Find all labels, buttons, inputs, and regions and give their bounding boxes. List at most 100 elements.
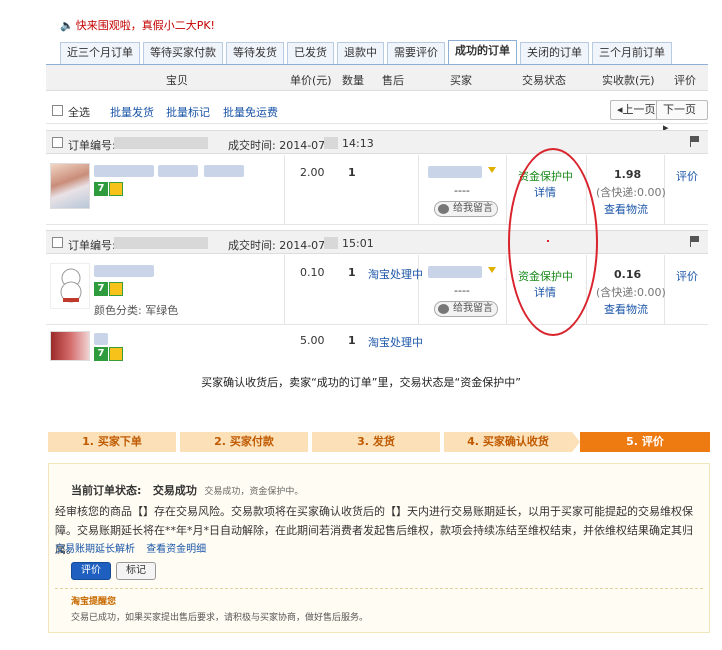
batch-ship-link[interactable]: 批量发货 xyxy=(110,104,154,120)
after-sale-status-link[interactable]: 淘宝处理中 xyxy=(368,334,423,350)
order-no-label: 订单编号: xyxy=(68,239,116,252)
detail-links: 交易账期延长解析 查看资金明细 xyxy=(55,540,206,555)
order-time-redacted xyxy=(324,237,338,249)
after-sale-status-link[interactable]: 淘宝处理中 xyxy=(368,266,423,282)
product-title-redacted[interactable] xyxy=(158,165,198,177)
rate-button[interactable]: 评价 xyxy=(71,562,111,580)
buyer-name-redacted[interactable] xyxy=(428,166,482,178)
product-thumbnail[interactable] xyxy=(50,331,90,361)
step-ship: 3. 发货 xyxy=(312,432,440,452)
col-divider xyxy=(506,255,507,324)
leave-message-label: 给我留言 xyxy=(453,303,493,314)
tab-shipped[interactable]: 已发货 xyxy=(287,42,334,64)
view-logistics-link[interactable]: 查看物流 xyxy=(604,301,648,317)
order-state: 当前订单状态: 交易成功 交易成功，资金保护中。 xyxy=(71,482,303,498)
order-row: 7 2.00 1 ---- 给我留言 资金保护中 详情 1.98 (含快递:0.… xyxy=(46,155,708,225)
prev-page-button[interactable]: ◂上一页 xyxy=(610,100,663,120)
col-divider xyxy=(506,155,507,224)
order-header: 订单编号: 成交时间: 2014-07 15:01 xyxy=(46,230,708,254)
order-tabs: 近三个月订单 等待买家付款 等待发货 已发货 退款中 需要评价 成功的订单 关闭… xyxy=(60,40,675,64)
product-thumbnail[interactable] xyxy=(50,163,90,209)
product-title-redacted[interactable] xyxy=(94,333,108,345)
tab-needs-rating[interactable]: 需要评价 xyxy=(387,42,445,64)
order-no-label: 订单编号: xyxy=(68,139,116,152)
select-all-checkbox[interactable] xyxy=(52,105,63,116)
col-divider xyxy=(284,155,285,224)
rate-link[interactable]: 评价 xyxy=(676,168,698,184)
quantity: 1 xyxy=(348,166,356,179)
shipping-fee: (含快递:0.00) xyxy=(596,186,666,199)
state-small: 交易成功，资金保护中。 xyxy=(204,487,304,497)
col-qty: 数量 xyxy=(342,74,364,87)
product-title-redacted[interactable] xyxy=(94,165,154,177)
step-confirm-receipt: 4. 买家确认收货 xyxy=(444,432,572,452)
col-status: 交易状态 xyxy=(522,74,566,87)
leave-message-button[interactable]: 给我留言 xyxy=(434,201,498,217)
order-sub-row: 7 5.00 1 淘宝处理中 xyxy=(46,325,708,361)
flag-icon[interactable] xyxy=(690,236,700,247)
order-row: 7 颜色分类: 军绿色 0.10 1 淘宝处理中 ---- 给我留言 资金保护中… xyxy=(46,255,708,325)
red-dot xyxy=(547,240,549,242)
prev-page-label: 上一页 xyxy=(622,103,656,116)
rate-link[interactable]: 评价 xyxy=(676,268,698,284)
fund-detail-link[interactable]: 查看资金明细 xyxy=(146,544,206,555)
product-title-redacted[interactable] xyxy=(204,165,244,177)
paid-amount: 1.98 xyxy=(614,168,642,181)
tab-awaiting-shipment[interactable]: 等待发货 xyxy=(226,42,284,64)
tab-awaiting-payment[interactable]: 等待买家付款 xyxy=(143,42,223,64)
order-no-redacted xyxy=(114,237,208,249)
unit-price: 0.10 xyxy=(300,266,325,279)
chef-mascot-icon xyxy=(60,268,82,303)
period-extension-link[interactable]: 交易账期延长解析 xyxy=(55,544,135,555)
step-separator xyxy=(572,432,580,452)
col-price: 单价(元) xyxy=(290,74,332,87)
buyer-name-redacted[interactable] xyxy=(428,266,482,278)
col-rate: 评价 xyxy=(674,74,696,87)
promo-text[interactable]: 快来围观啦，真假小二大PK! xyxy=(76,19,215,32)
guarantee-icon xyxy=(109,347,123,361)
flag-icon[interactable] xyxy=(690,136,700,147)
step-rate: 5. 评价 xyxy=(580,432,710,452)
select-all-label[interactable]: 全选 xyxy=(68,104,90,120)
tab-refunding[interactable]: 退款中 xyxy=(337,42,384,64)
product-title-redacted[interactable] xyxy=(94,265,154,277)
col-divider xyxy=(418,155,419,224)
chat-icon xyxy=(438,304,449,314)
order-time-tail: 14:13 xyxy=(342,137,374,150)
leave-message-label: 给我留言 xyxy=(453,203,493,214)
order-checkbox[interactable] xyxy=(52,137,63,148)
promo-banner[interactable]: 🔈 快来围观啦，真假小二大PK! xyxy=(60,17,215,33)
tab-successful-orders[interactable]: 成功的订单 xyxy=(448,40,517,64)
order-checkbox[interactable] xyxy=(52,237,63,248)
order-status-panel: 当前订单状态: 交易成功 交易成功，资金保护中。 经审核您的商品【】存在交易风险… xyxy=(48,463,710,633)
mark-button[interactable]: 标记 xyxy=(116,562,156,580)
order-no-redacted xyxy=(114,137,208,149)
view-logistics-link[interactable]: 查看物流 xyxy=(604,201,648,217)
batch-mark-link[interactable]: 批量标记 xyxy=(166,104,210,120)
quantity: 1 xyxy=(348,334,356,347)
reminder-text: 交易已成功，如果买家提出售后要求，请积极与买家协商，做好售后服务。 xyxy=(71,613,369,623)
col-divider xyxy=(284,255,285,324)
order-time-tail: 15:01 xyxy=(342,237,374,250)
col-after-sale: 售后 xyxy=(382,74,404,87)
batch-free-ship-link[interactable]: 批量免运费 xyxy=(223,104,278,120)
order-time-label: 成交时间: 2014-07 xyxy=(228,239,326,252)
tab-recent-3-months[interactable]: 近三个月订单 xyxy=(60,42,140,64)
chat-icon xyxy=(438,204,449,214)
next-page-button[interactable]: 下一页▸ xyxy=(656,100,708,134)
progress-steps: 1. 买家下单 2. 买家付款 3. 发货 4. 买家确认收货 5. 评价 xyxy=(48,432,710,452)
tab-older-orders[interactable]: 三个月前订单 xyxy=(592,42,672,64)
7-day-return-icon: 7 xyxy=(94,282,108,296)
highlight-ring xyxy=(508,148,598,336)
buyer-dash: ---- xyxy=(454,184,470,197)
product-thumbnail[interactable] xyxy=(50,263,90,309)
buyer-dash: ---- xyxy=(454,284,470,297)
quantity: 1 xyxy=(348,266,356,279)
filter-icon[interactable] xyxy=(488,167,496,173)
order-header: 订单编号: 成交时间: 2014-07 14:13 xyxy=(46,130,708,154)
filter-icon[interactable] xyxy=(488,267,496,273)
tab-closed-orders[interactable]: 关闭的订单 xyxy=(520,42,589,64)
product-variant: 颜色分类: 军绿色 xyxy=(94,304,179,317)
table-header: 宝贝 单价(元) 数量 售后 买家 交易状态 实收款(元) 评价 xyxy=(46,65,708,91)
leave-message-button[interactable]: 给我留言 xyxy=(434,301,498,317)
